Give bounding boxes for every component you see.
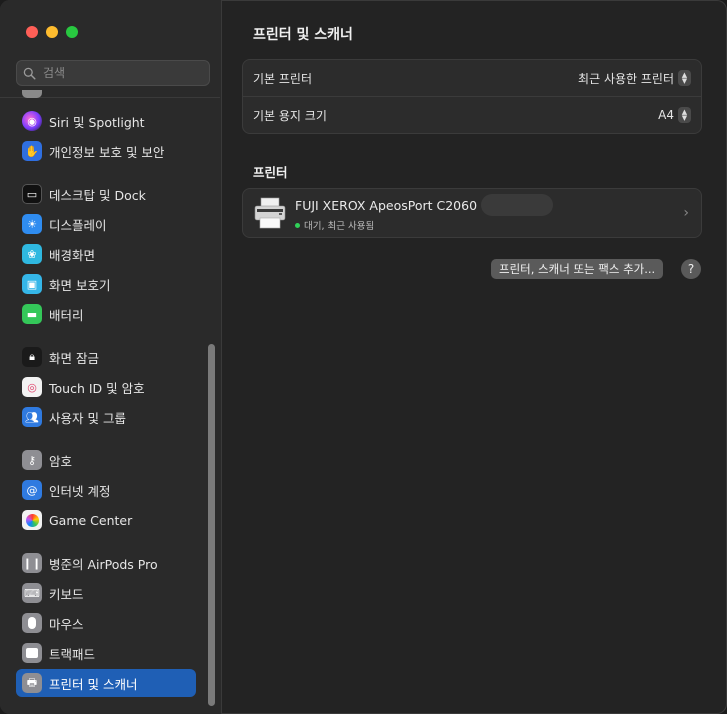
popup-chevron-icon: ▲ ▼ — [678, 107, 691, 123]
sidebar-item-label: 인터넷 계정 — [49, 483, 111, 499]
printer-device-icon — [254, 197, 286, 229]
sidebar-item-label: 암호 — [49, 453, 73, 469]
printer-name-line: FUJI XEROX ApeosPort C2060 — [295, 194, 554, 216]
siri-icon: ◉ — [22, 111, 42, 131]
sidebar-item-label: 개인정보 보호 및 보안 — [49, 144, 165, 160]
dock-icon: ▭ — [22, 184, 42, 204]
main-pane: 프린터 및 스캐너 기본 프린터 최근 사용한 프린터 ▲ ▼ 기본 용지 크기 … — [222, 0, 727, 714]
default-printer-row: 기본 프린터 최근 사용한 프린터 ▲ ▼ — [243, 60, 701, 96]
search-field[interactable] — [16, 60, 210, 86]
sidebar-scrollbar[interactable] — [208, 344, 215, 706]
sidebar-item-wallpaper[interactable]: ❀ 배경화면 — [16, 240, 196, 268]
hand-icon: ✋ — [22, 141, 42, 161]
sidebar: ◉ Siri 및 Spotlight ✋ 개인정보 보호 및 보안 ▭ 데스크탑… — [0, 0, 222, 714]
airpods-icon: ❙❙ — [22, 553, 42, 573]
lock-icon: 🔒︎ — [22, 347, 42, 367]
trackpad-icon — [22, 643, 42, 663]
help-button[interactable]: ? — [681, 259, 701, 279]
sidebar-item-passwords[interactable]: ⚷ 암호 — [16, 446, 196, 474]
wallpaper-icon: ❀ — [22, 244, 42, 264]
sidebar-item-label: Siri 및 Spotlight — [49, 114, 145, 130]
sidebar-item-screensaver[interactable]: ▣ 화면 보호기 — [16, 270, 196, 298]
fingerprint-icon: ◎ — [22, 377, 42, 397]
sidebar-item-label: 키보드 — [49, 586, 84, 602]
printers-section-title: 프린터 — [253, 165, 288, 180]
sidebar-item-label: 프린터 및 스캐너 — [49, 676, 138, 692]
battery-icon: ▬ — [22, 304, 42, 324]
sidebar-item-label: 병준의 AirPods Pro — [49, 556, 158, 572]
status-dot-icon — [295, 222, 300, 228]
page-title: 프린터 및 스캐너 — [253, 27, 353, 43]
keyboard-icon: ⌨ — [22, 583, 42, 603]
printer-info: FUJI XEROX ApeosPort C2060 대기, 최근 사용됨 — [295, 194, 554, 232]
printer-icon: 🖶 — [22, 673, 42, 693]
sidebar-item-label: 배터리 — [49, 307, 84, 323]
sidebar-item-lock-screen[interactable]: 🔒︎ 화면 잠금 — [16, 343, 196, 371]
default-printer-label: 기본 프린터 — [253, 71, 313, 86]
sidebar-item-keyboard[interactable]: ⌨ 키보드 — [16, 579, 196, 607]
default-paper-size-value: A4 — [658, 108, 674, 122]
sidebar-item-label: 디스플레이 — [49, 217, 107, 233]
printers-group: FUJI XEROX ApeosPort C2060 대기, 최근 사용됨 › — [242, 188, 702, 238]
sidebar-item-label: 마우스 — [49, 616, 84, 632]
at-icon: @ — [22, 480, 42, 500]
mouse-icon — [22, 613, 42, 633]
sidebar-item-battery[interactable]: ▬ 배터리 — [16, 300, 196, 328]
sidebar-item-displays[interactable]: ☀ 디스플레이 — [16, 210, 196, 238]
users-icon: 👥︎ — [22, 407, 42, 427]
window-controls — [26, 26, 78, 38]
chevron-right-icon: › — [683, 205, 689, 221]
printer-name: FUJI XEROX ApeosPort C2060 — [295, 197, 478, 213]
sidebar-item-printers-scanners[interactable]: 🖶 프린터 및 스캐너 — [16, 669, 196, 697]
default-paper-size-row: 기본 용지 크기 A4 ▲ ▼ — [243, 96, 701, 133]
printer-list-item[interactable]: FUJI XEROX ApeosPort C2060 대기, 최근 사용됨 › — [243, 189, 701, 237]
sidebar-item-users-groups[interactable]: 👥︎ 사용자 및 그룹 — [16, 403, 196, 431]
screensaver-icon: ▣ — [22, 274, 42, 294]
search-icon — [23, 67, 36, 80]
default-paper-size-popup[interactable]: A4 ▲ ▼ — [658, 107, 691, 123]
printer-status-line: 대기, 최근 사용됨 — [295, 218, 553, 232]
sidebar-item-label: 사용자 및 그룹 — [49, 410, 126, 426]
key-icon: ⚷ — [22, 450, 42, 470]
minimize-button[interactable] — [46, 26, 58, 38]
sidebar-item-airpods[interactable]: ❙❙ 병준의 AirPods Pro — [16, 549, 196, 577]
sidebar-item-label: 트랙패드 — [49, 646, 96, 662]
printer-status: 대기, 최근 사용됨 — [304, 221, 375, 232]
game-center-icon — [22, 510, 42, 530]
sidebar-item-label: Touch ID 및 암호 — [49, 380, 145, 396]
sidebar-item-internet-accounts[interactable]: @ 인터넷 계정 — [16, 476, 196, 504]
close-button[interactable] — [26, 26, 38, 38]
sidebar-item-label: 화면 잠금 — [49, 350, 99, 366]
defaults-group: 기본 프린터 최근 사용한 프린터 ▲ ▼ 기본 용지 크기 A4 ▲ ▼ — [242, 59, 702, 134]
sidebar-item-touch-id[interactable]: ◎ Touch ID 및 암호 — [16, 373, 196, 401]
default-paper-size-label: 기본 용지 크기 — [253, 108, 327, 123]
popup-chevron-icon: ▲ ▼ — [678, 70, 691, 86]
default-printer-popup[interactable]: 최근 사용한 프린터 ▲ ▼ — [578, 70, 691, 87]
sidebar-item-mouse[interactable]: 마우스 — [16, 609, 196, 637]
sidebar-item-siri[interactable]: ◉ Siri 및 Spotlight — [16, 107, 196, 135]
sidebar-item-trackpad[interactable]: 트랙패드 — [16, 639, 196, 667]
scrolled-item-icon — [22, 90, 42, 98]
sidebar-item-desktop-dock[interactable]: ▭ 데스크탑 및 Dock — [16, 180, 196, 208]
search-input[interactable] — [41, 65, 195, 81]
sidebar-item-game-center[interactable]: Game Center — [16, 506, 196, 534]
redacted-region — [481, 194, 554, 216]
zoom-button[interactable] — [66, 26, 78, 38]
sidebar-item-label: 데스크탑 및 Dock — [49, 187, 146, 203]
display-icon: ☀ — [22, 214, 42, 234]
sidebar-item-privacy[interactable]: ✋ 개인정보 보호 및 보안 — [16, 137, 196, 165]
sidebar-item-label: 배경화면 — [49, 247, 96, 263]
sidebar-item-label: Game Center — [49, 512, 133, 528]
default-printer-value: 최근 사용한 프린터 — [578, 71, 674, 86]
add-printer-button[interactable]: 프린터, 스캐너 또는 팩스 추가... — [491, 259, 664, 279]
sidebar-item-label: 화면 보호기 — [49, 277, 111, 293]
system-settings-window: ◉ Siri 및 Spotlight ✋ 개인정보 보호 및 보안 ▭ 데스크탑… — [0, 0, 727, 714]
